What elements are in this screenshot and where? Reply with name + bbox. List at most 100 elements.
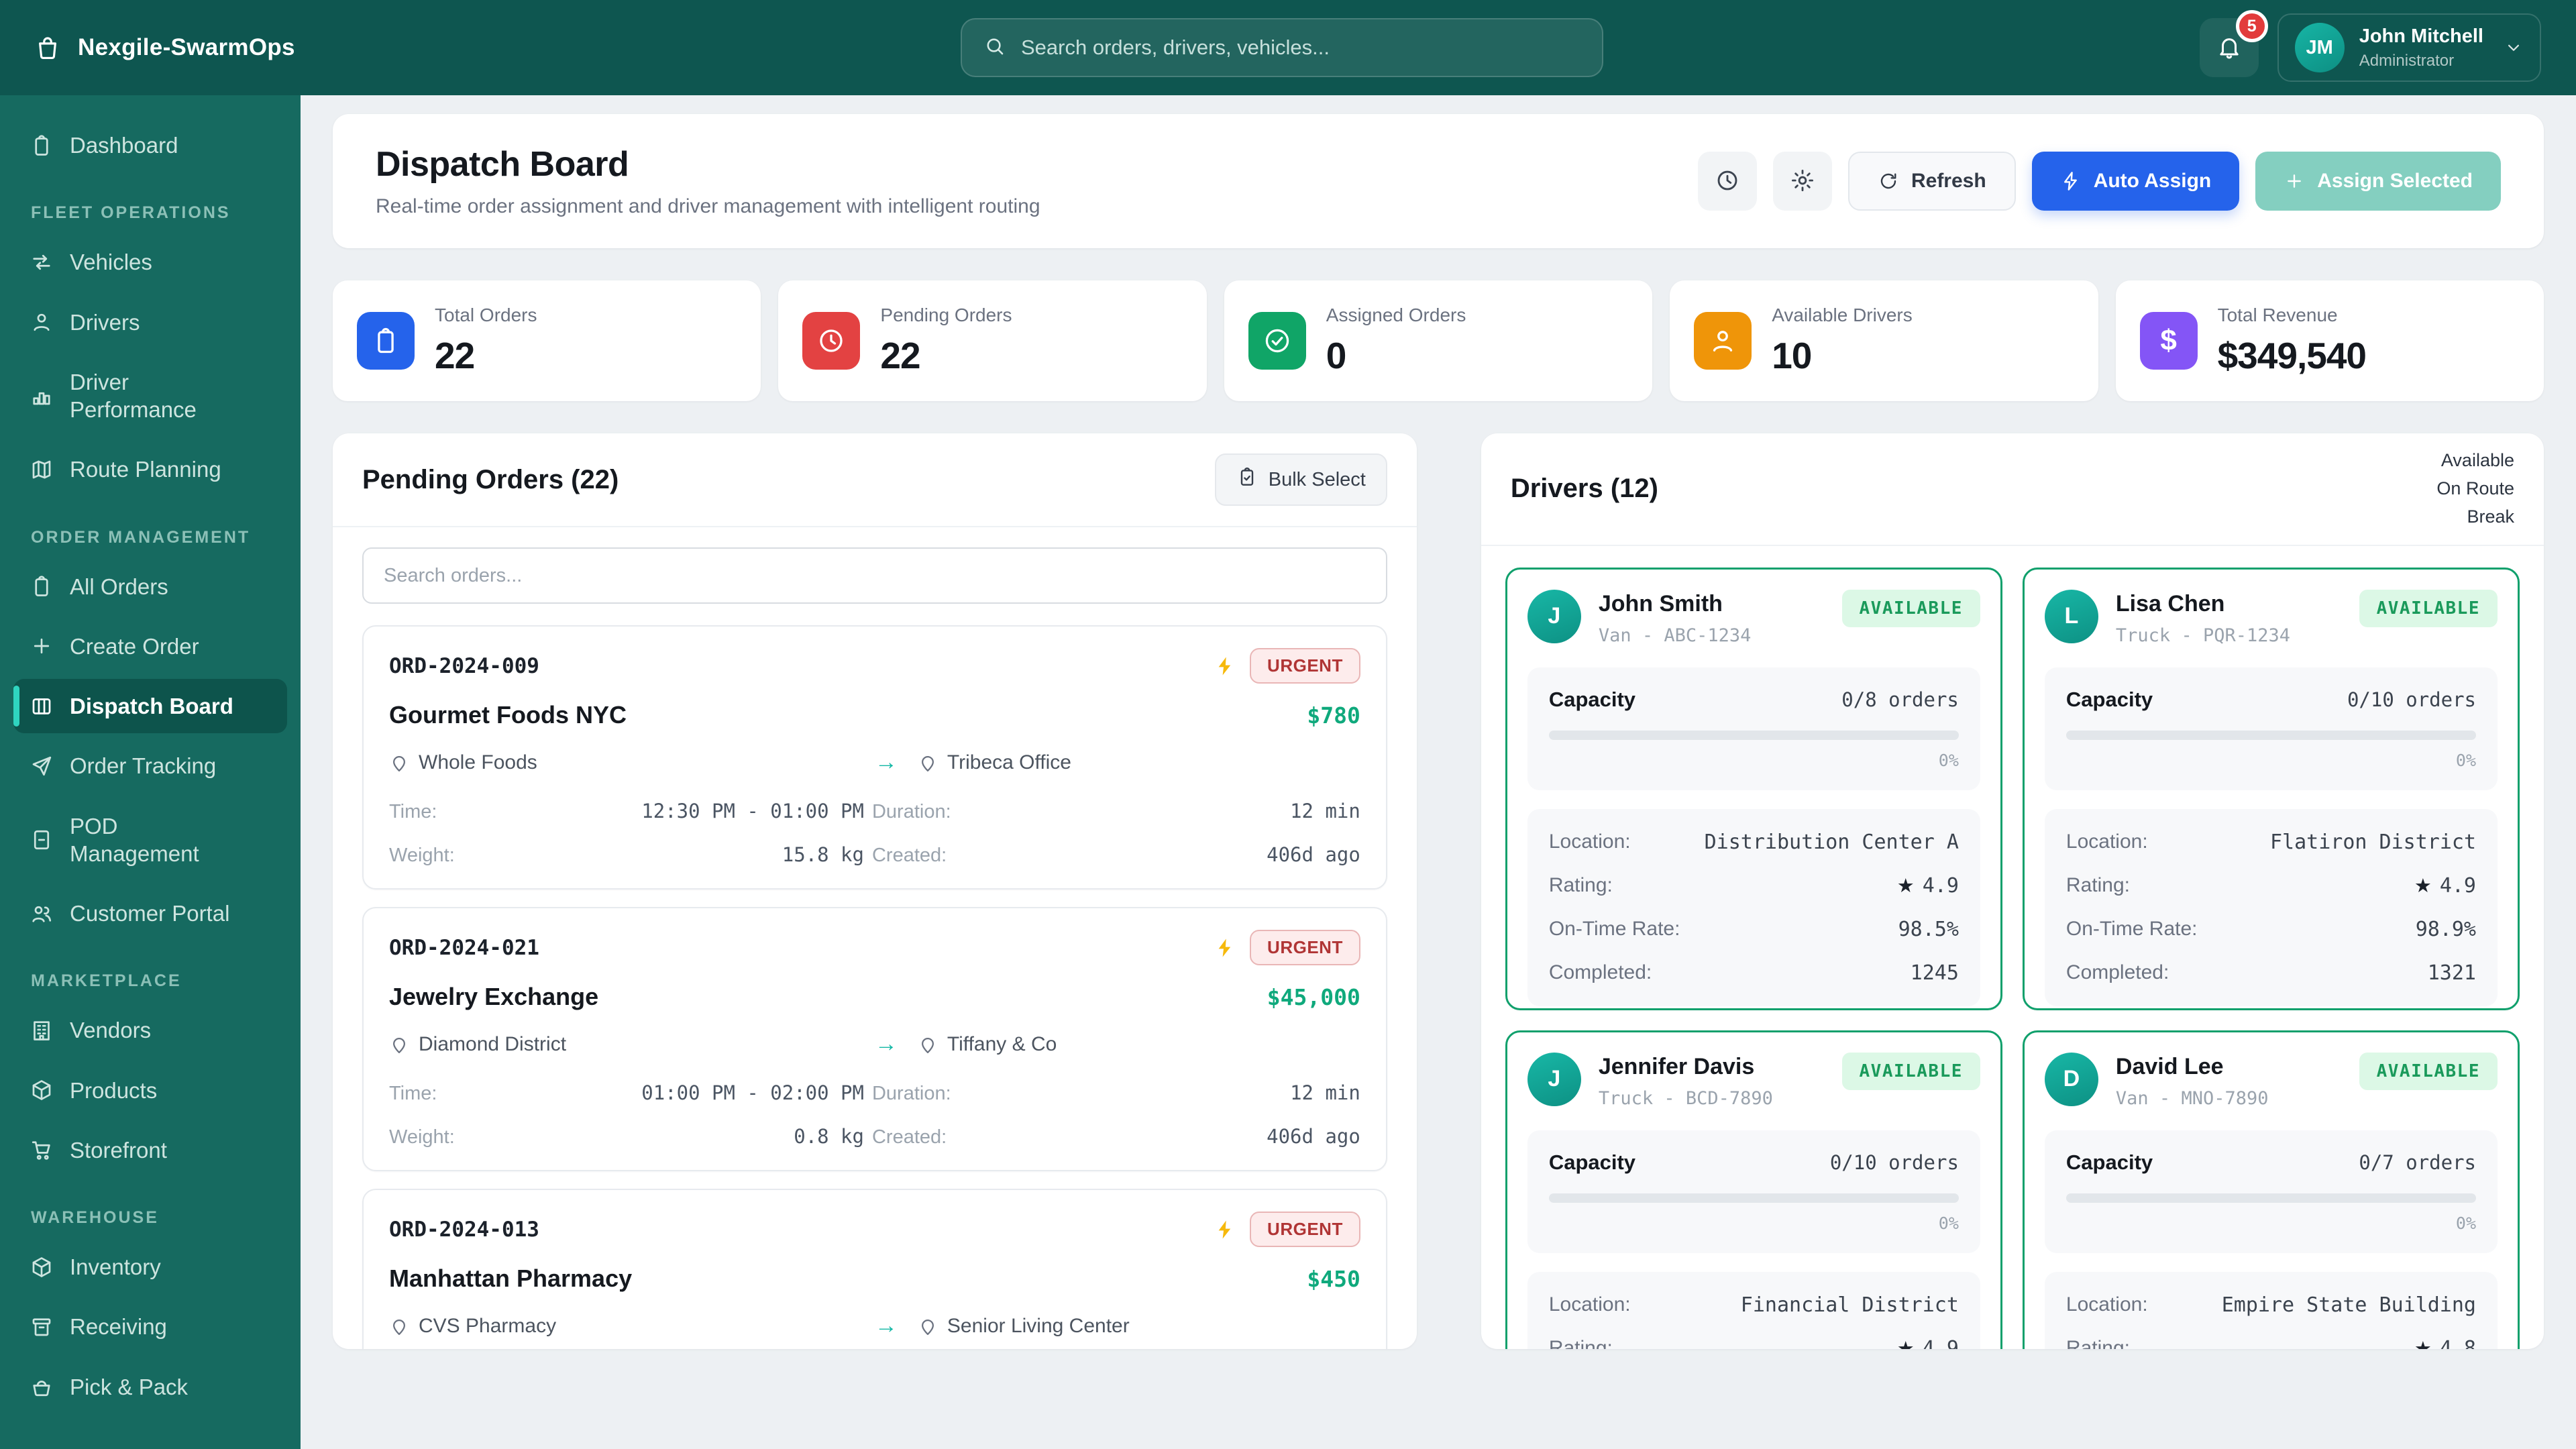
- sidebar-item-order-tracking[interactable]: Order Tracking: [13, 739, 287, 793]
- urgent-badge: URGENT: [1250, 930, 1360, 965]
- assign-selected-label: Assign Selected: [2317, 170, 2473, 193]
- refresh-label: Refresh: [1911, 170, 1986, 193]
- dropoff-location: → Tribeca Office: [875, 749, 1360, 775]
- driver-card-header: D David Lee Van - MNO-7890 AVAILABLE: [2045, 1053, 2498, 1109]
- order-card[interactable]: ORD-2024-021 URGENT Jewelry Exchange $45…: [362, 907, 1387, 1171]
- dropoff-label: Senior Living Center: [947, 1315, 1130, 1338]
- settings-button[interactable]: [1773, 152, 1832, 211]
- sidebar-item-dispatch-board[interactable]: Dispatch Board: [13, 679, 287, 733]
- stat-label: Total Revenue: [2218, 305, 2366, 326]
- order-card[interactable]: ORD-2024-009 URGENT Gourmet Foods NYC $7…: [362, 625, 1387, 890]
- sidebar-item-customer-portal[interactable]: Customer Portal: [13, 886, 287, 941]
- sidebar-item-label: Inventory: [70, 1253, 161, 1281]
- capacity-progressbar: [1549, 1193, 1959, 1203]
- auto-assign-button[interactable]: Auto Assign: [2032, 152, 2240, 211]
- driver-card[interactable]: J John Smith Van - ABC-1234 AVAILABLE Ca…: [1505, 568, 2002, 1010]
- sidebar-section-label: WAREHOUSE: [31, 1208, 270, 1228]
- sidebar-item-dashboard[interactable]: Dashboard: [13, 118, 287, 172]
- capacity-row: Capacity 0/7 orders: [2066, 1150, 2476, 1175]
- order-card[interactable]: ORD-2024-013 URGENT Manhattan Pharmacy $…: [362, 1189, 1387, 1349]
- shell: DashboardFLEET OPERATIONSVehiclesDrivers…: [0, 95, 2576, 1449]
- driver-identity: Jennifer Davis Truck - BCD-7890: [1599, 1053, 1773, 1109]
- driver-stat-label: Rating:: [2066, 874, 2130, 897]
- driver-avatar: J: [1527, 590, 1581, 643]
- check-circle-icon: [1263, 326, 1292, 356]
- assign-selected-button[interactable]: Assign Selected: [2255, 152, 2501, 211]
- user-menu[interactable]: JM John Mitchell Administrator: [2277, 13, 2541, 82]
- basket-icon: [30, 1375, 54, 1399]
- driver-stat-value: Distribution Center A: [1705, 830, 1959, 854]
- sidebar-item-driver-performance[interactable]: Driver Performance: [13, 355, 287, 437]
- sidebar-item-vendors[interactable]: Vendors: [13, 1003, 287, 1057]
- driver-stat-value: ★4.8: [2414, 1337, 2476, 1349]
- plus-icon: [30, 634, 54, 658]
- capacity-progressbar: [1549, 731, 1959, 740]
- arrow-right-icon: →: [875, 1313, 898, 1339]
- chart-icon: [30, 384, 54, 408]
- global-search-input[interactable]: [1021, 36, 1580, 60]
- order-meta-value: 406d ago: [959, 843, 1360, 866]
- drivers-grid: J John Smith Van - ABC-1234 AVAILABLE Ca…: [1481, 546, 2544, 1349]
- driver-stats-box: Location:Financial DistrictRating:★4.9On…: [1527, 1272, 1980, 1349]
- sidebar-item-receiving[interactable]: Receiving: [13, 1299, 287, 1354]
- notifications-button[interactable]: 5: [2200, 18, 2259, 77]
- sidebar-item-label: Receiving: [70, 1313, 167, 1340]
- driver-status-badge: AVAILABLE: [1842, 1053, 1980, 1090]
- capacity-progressbar: [2066, 1193, 2476, 1203]
- driver-card[interactable]: L Lisa Chen Truck - PQR-1234 AVAILABLE C…: [2023, 568, 2520, 1010]
- sidebar-item-products[interactable]: Products: [13, 1063, 287, 1118]
- order-price: $780: [1307, 702, 1360, 729]
- urgent-badge: URGENT: [1250, 648, 1360, 684]
- stat-label: Pending Orders: [880, 305, 1012, 326]
- refresh-button[interactable]: Refresh: [1848, 152, 2016, 211]
- sidebar-item-storefront[interactable]: Storefront: [13, 1123, 287, 1177]
- plus-icon: [2284, 170, 2305, 192]
- driver-card[interactable]: D David Lee Van - MNO-7890 AVAILABLE Cap…: [2023, 1030, 2520, 1349]
- driver-stat-label: Location:: [2066, 1293, 2148, 1316]
- sidebar-item-vehicles[interactable]: Vehicles: [13, 235, 287, 289]
- orders-scroll-area[interactable]: ORD-2024-009 URGENT Gourmet Foods NYC $7…: [333, 527, 1417, 1349]
- dropoff-location: → Senior Living Center: [875, 1313, 1360, 1339]
- order-card-top: ORD-2024-009 URGENT: [389, 648, 1360, 684]
- lightning-icon: [1214, 1218, 1236, 1241]
- pickup-location: CVS Pharmacy: [389, 1313, 875, 1339]
- history-button[interactable]: [1698, 152, 1757, 211]
- bulk-select-button[interactable]: Bulk Select: [1215, 453, 1387, 506]
- stat-text: Total Orders 22: [435, 305, 537, 377]
- order-meta-value: 15.8 kg: [463, 843, 864, 866]
- panels: Pending Orders (22) Bulk Select ORD-2024…: [333, 433, 2544, 1349]
- sidebar-item-pod-management[interactable]: POD Management: [13, 799, 287, 881]
- page-title: Dispatch Board: [376, 144, 1040, 184]
- dropoff-label: Tiffany & Co: [947, 1033, 1057, 1056]
- capacity-orders: 0/10 orders: [1830, 1151, 1959, 1174]
- orders-search-input[interactable]: [362, 547, 1387, 604]
- send-icon: [30, 754, 54, 778]
- pin-icon: [389, 753, 409, 773]
- sidebar-item-inventory[interactable]: Inventory: [13, 1240, 287, 1294]
- order-meta-value: 12 min: [959, 800, 1360, 822]
- driver-card[interactable]: J Jennifer Davis Truck - BCD-7890 AVAILA…: [1505, 1030, 2002, 1349]
- capacity-label: Capacity: [2066, 1150, 2153, 1175]
- capacity-progressbar: [2066, 731, 2476, 740]
- driver-card-header: L Lisa Chen Truck - PQR-1234 AVAILABLE: [2045, 590, 2498, 646]
- refresh-icon: [1878, 170, 1899, 192]
- order-card-mid: Gourmet Foods NYC $780: [389, 701, 1360, 729]
- driver-stat-row: Location:Empire State Building: [2066, 1293, 2476, 1317]
- sidebar-item-route-planning[interactable]: Route Planning: [13, 442, 287, 496]
- capacity-orders: 0/10 orders: [2347, 688, 2476, 711]
- sidebar-item-drivers[interactable]: Drivers: [13, 295, 287, 350]
- lightning-icon: [1214, 655, 1236, 678]
- topbar-right: 5 JM John Mitchell Administrator: [2200, 13, 2576, 82]
- driver-vehicle: Truck - BCD-7890: [1599, 1088, 1773, 1109]
- sidebar-item-pick-pack[interactable]: Pick & Pack: [13, 1360, 287, 1414]
- stat-card: Available Drivers 10: [1670, 280, 2098, 401]
- map-pin-icon: [389, 1034, 409, 1055]
- pin-icon: [389, 1034, 409, 1055]
- sidebar-item-create-order[interactable]: Create Order: [13, 619, 287, 674]
- user-role: Administrator: [2359, 52, 2483, 70]
- driver-stat-label: Completed:: [2066, 961, 2169, 984]
- sidebar-item-all-orders[interactable]: All Orders: [13, 559, 287, 614]
- driver-stat-row: On-Time Rate:98.9%: [2066, 918, 2476, 941]
- order-route: CVS Pharmacy → Senior Living Center: [389, 1313, 1360, 1339]
- capacity-label: Capacity: [2066, 688, 2153, 712]
